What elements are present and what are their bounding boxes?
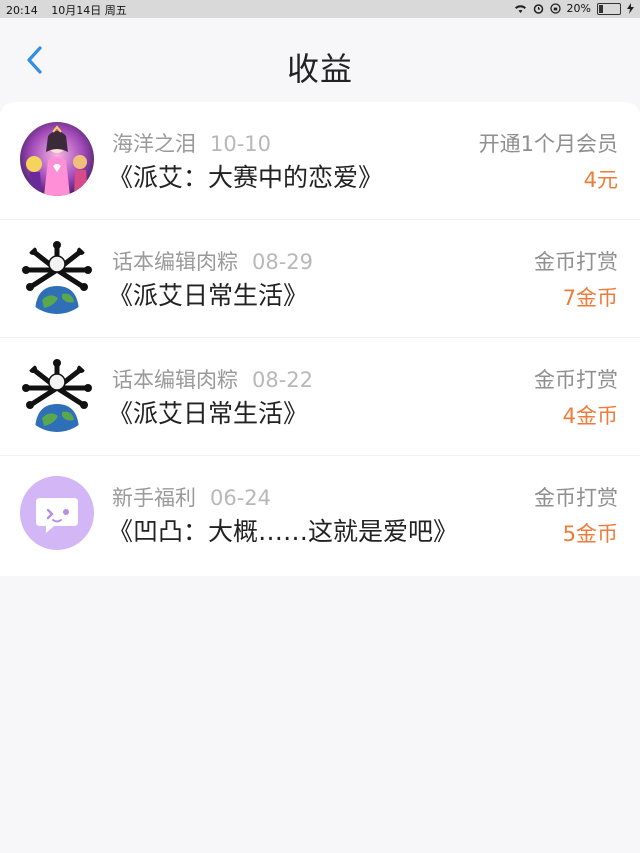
alarm-icon — [533, 4, 543, 14]
wifi-icon — [514, 4, 526, 13]
income-date: 08-22 — [252, 368, 314, 392]
battery-percent: 20% — [566, 2, 591, 15]
bones-earth-avatar-icon — [20, 240, 94, 314]
source-name: 新手福利 — [112, 486, 196, 510]
income-meta: 海洋之泪 10-10 — [112, 128, 271, 158]
source-name: 话本编辑肉粽 — [112, 250, 238, 274]
work-title: 《凹凸：大概……这就是爱吧》 — [108, 517, 459, 546]
income-type: 金币打赏 — [534, 368, 618, 392]
income-amount: 7金币 — [562, 286, 618, 310]
income-row[interactable]: 话本编辑肉粽 08-22 《派艾日常生活》 金币打赏 4金币 — [0, 338, 640, 456]
page-title: 收益 — [286, 50, 353, 88]
nav-bar: 收益 — [0, 18, 640, 100]
income-type: 开通1个月会员 — [478, 132, 618, 156]
battery-icon — [597, 2, 621, 15]
status-time: 20:14 — [6, 4, 38, 17]
income-date: 06-24 — [210, 486, 272, 510]
source-name: 海洋之泪 — [112, 132, 196, 156]
income-date: 08-29 — [252, 250, 314, 274]
income-date: 10-10 — [210, 132, 272, 156]
income-meta: 话本编辑肉粽 08-29 — [112, 246, 313, 276]
work-title: 《派艾日常生活》 — [108, 399, 309, 428]
income-type: 金币打赏 — [534, 250, 618, 274]
income-row[interactable]: 话本编辑肉粽 08-29 《派艾日常生活》 金币打赏 7金币 — [0, 220, 640, 338]
income-row[interactable]: 新手福利 06-24 《凹凸：大概……这就是爱吧》 金币打赏 5金币 — [0, 456, 640, 576]
income-row[interactable]: 海洋之泪 10-10 《派艾：大赛中的恋爱》 开通1个月会员 4元 — [0, 102, 640, 220]
income-list: 海洋之泪 10-10 《派艾：大赛中的恋爱》 开通1个月会员 4元 话本编辑肉粽… — [0, 102, 640, 576]
orientation-lock-icon — [549, 3, 561, 14]
income-amount: 4金币 — [562, 404, 618, 428]
chat-bubble-avatar-icon — [20, 476, 94, 550]
work-title: 《派艾：大赛中的恋爱》 — [108, 163, 384, 192]
income-type: 金币打赏 — [534, 486, 618, 510]
charging-icon — [627, 3, 634, 14]
income-meta: 话本编辑肉粽 08-22 — [112, 364, 313, 394]
work-title: 《派艾日常生活》 — [108, 281, 309, 310]
status-bar: 20:14 10月14日 周五 20% — [0, 0, 640, 18]
anime-girl-avatar-icon — [20, 122, 94, 196]
income-amount: 5金币 — [562, 522, 618, 546]
income-amount: 4元 — [583, 168, 618, 192]
bones-earth-avatar-icon — [20, 358, 94, 432]
status-date: 10月14日 周五 — [51, 4, 127, 17]
income-meta: 新手福利 06-24 — [112, 482, 271, 512]
source-name: 话本编辑肉粽 — [112, 368, 238, 392]
